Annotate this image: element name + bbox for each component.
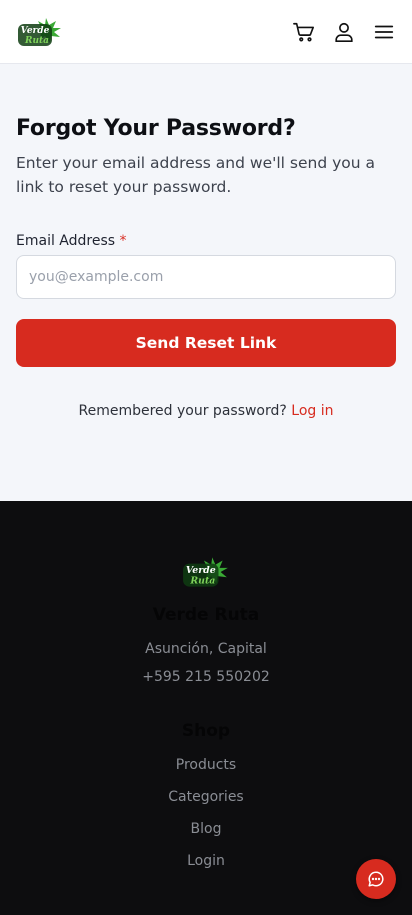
page-title: Forgot Your Password? xyxy=(16,116,296,141)
header-icons xyxy=(292,20,396,44)
svg-text:Ruta: Ruta xyxy=(189,575,215,586)
footer-shop-heading: Shop xyxy=(181,721,231,741)
footer-link-categories[interactable]: Categories xyxy=(168,789,243,805)
footer-logo-leaf-icon: Verde Ruta xyxy=(183,557,228,587)
email-label: Email Address * xyxy=(16,233,396,249)
page-subtitle: Enter your email address and we'll send … xyxy=(16,154,376,196)
site-header: Verde Ruta xyxy=(0,0,412,64)
svg-text:Verde: Verde xyxy=(21,26,50,36)
footer-link-products[interactable]: Products xyxy=(176,757,236,773)
footer-shop-links: Products Categories Blog Login xyxy=(0,749,412,877)
footer-location: Asunción, Capital xyxy=(145,641,267,657)
logo[interactable]: Verde Ruta xyxy=(16,16,64,48)
chat-bubble-icon xyxy=(368,871,384,887)
footer-link-item: Categories xyxy=(0,781,412,813)
footer-link-item: Products xyxy=(0,749,412,781)
footer-link-item: Blog xyxy=(0,813,412,845)
svg-text:Ruta: Ruta xyxy=(24,36,49,46)
logo-leaf-icon: Verde Ruta xyxy=(18,17,61,46)
footer-brand-name: Verde Ruta xyxy=(152,605,260,625)
required-mark: * xyxy=(119,233,127,249)
menu-icon xyxy=(374,25,394,38)
svg-text:Verde: Verde xyxy=(186,565,216,576)
site-footer: Verde Ruta Verde Ruta Asunción, Capital … xyxy=(0,501,412,915)
login-link[interactable]: Log in xyxy=(291,403,333,419)
footer-phone: +595 215 550202 xyxy=(142,669,270,685)
cart-icon xyxy=(293,22,314,41)
email-input[interactable] xyxy=(16,255,396,299)
forgot-password-section: Forgot Your Password? Enter your email a… xyxy=(0,64,412,501)
footer-logo[interactable]: Verde Ruta xyxy=(0,555,412,589)
email-label-text: Email Address xyxy=(16,233,116,249)
login-prompt-text: Remembered your password? xyxy=(78,403,287,419)
send-reset-link-button[interactable]: Send Reset Link xyxy=(16,319,396,367)
account-button[interactable] xyxy=(332,20,356,44)
menu-button[interactable] xyxy=(372,20,396,44)
login-prompt: Remembered your password? Log in xyxy=(16,403,396,419)
cart-button[interactable] xyxy=(292,20,316,44)
user-icon xyxy=(335,22,353,42)
footer-link-blog[interactable]: Blog xyxy=(191,821,222,837)
footer-link-item: Login xyxy=(0,845,412,877)
chat-button[interactable] xyxy=(356,859,396,899)
footer-link-login[interactable]: Login xyxy=(187,853,225,869)
